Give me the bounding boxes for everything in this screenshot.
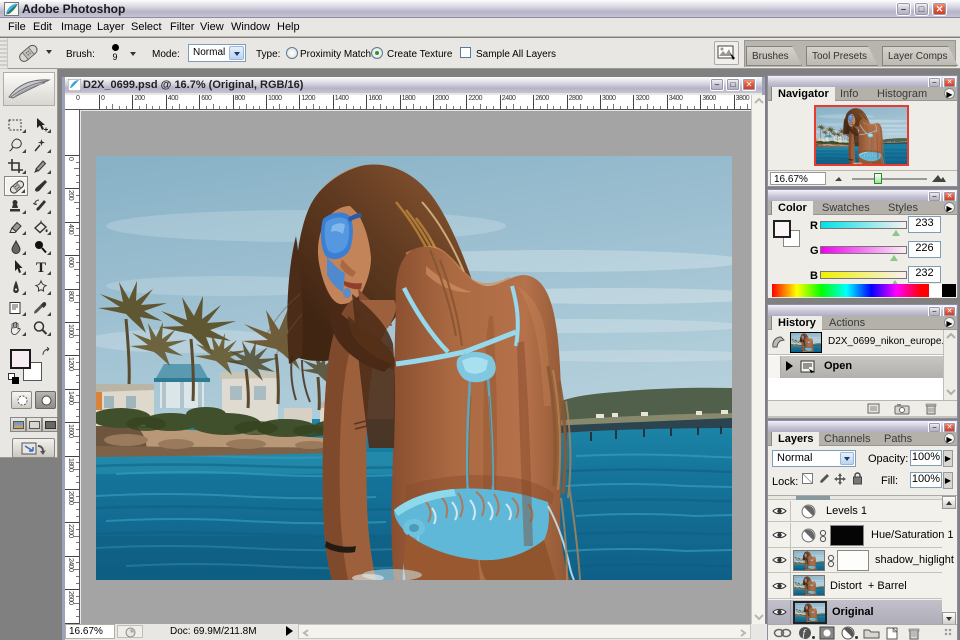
svg-text:T: T [36, 260, 46, 275]
